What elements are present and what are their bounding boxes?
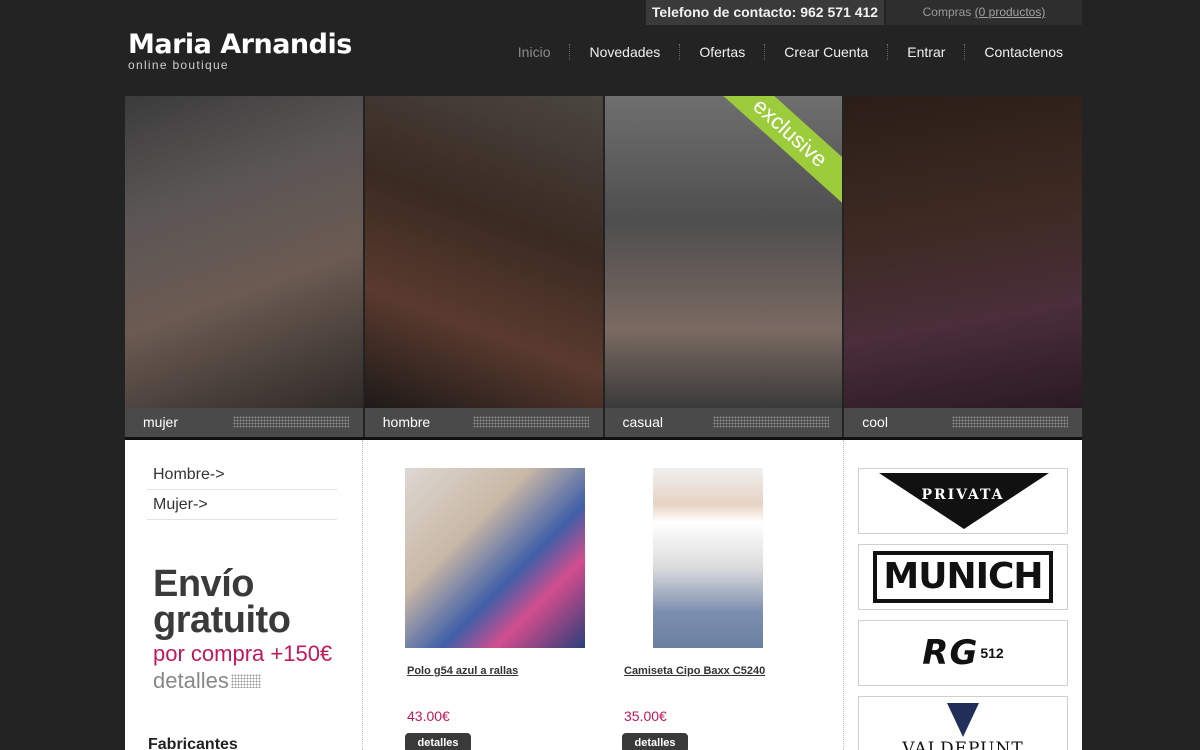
- product-card: Camiseta Cipo Baxx C5240 35.00€ detalles: [622, 468, 812, 750]
- brand-logo-privata[interactable]: PRIVATA: [858, 468, 1068, 534]
- left-sidebar: Hombre-> Mujer-> Envío gratuito por comp…: [125, 440, 363, 750]
- dotted-pattern: [712, 416, 829, 428]
- product-list: Polo g54 azul a rallas 43.00€ detalles C…: [365, 440, 843, 750]
- product-image[interactable]: [405, 468, 585, 648]
- contact-phone: Telefono de contacto: 962 571 412: [646, 0, 884, 25]
- nav-crear-cuenta[interactable]: Crear Cuenta: [765, 42, 887, 62]
- top-contact-bar: Telefono de contacto: 962 571 412 Compra…: [646, 0, 1082, 25]
- site-logo[interactable]: Maria Arnandis online boutique: [128, 29, 352, 72]
- valdepunt-emblem: [947, 703, 979, 737]
- banner-label: hombre: [382, 414, 431, 430]
- banner-caption: hombre: [364, 408, 603, 437]
- brand-name: RG: [922, 633, 979, 673]
- brand-sidebar: PRIVATA MUNICH RG 512 VALDEPUNT: [843, 440, 1082, 750]
- dotted-pattern: [472, 416, 589, 428]
- banner-panel-cool[interactable]: cool: [844, 96, 1082, 437]
- menu-item-hombre[interactable]: Hombre->: [147, 460, 337, 490]
- category-banner: mujer hombre exclusive casual cool: [125, 96, 1082, 437]
- banner-panel-casual[interactable]: exclusive casual: [604, 96, 843, 437]
- cart-link[interactable]: (0 productos): [975, 5, 1046, 19]
- dotted-pattern: [233, 416, 349, 428]
- banner-label: mujer: [143, 414, 179, 430]
- brand-name: VALDEPUNT: [902, 739, 1024, 750]
- main-content: Hombre-> Mujer-> Envío gratuito por comp…: [125, 437, 1082, 750]
- product-card: Polo g54 azul a rallas 43.00€ detalles: [405, 468, 595, 750]
- brand-logo-rg512[interactable]: RG 512: [858, 620, 1068, 686]
- free-shipping-promo[interactable]: Envío gratuito por compra +150€ detalles: [153, 563, 333, 694]
- brand-logo-munich[interactable]: MUNICH: [858, 544, 1068, 610]
- nav-entrar[interactable]: Entrar: [888, 42, 964, 62]
- dotted-pattern: [230, 674, 261, 688]
- banner-caption: casual: [604, 408, 843, 437]
- manufacturers-heading: Fabricantes: [148, 736, 238, 750]
- product-price: 43.00€: [407, 708, 450, 724]
- main-nav: Inicio Novedades Ofertas Crear Cuenta En…: [499, 42, 1082, 62]
- brand-name: PRIVATA: [921, 487, 1005, 503]
- promo-line-1: Envío: [153, 563, 254, 605]
- product-image[interactable]: [653, 468, 763, 648]
- banner-label: cool: [862, 414, 888, 430]
- cart-label: Compras: [922, 5, 972, 19]
- details-button[interactable]: detalles: [405, 733, 471, 750]
- banner-caption: mujer: [125, 408, 363, 437]
- product-name[interactable]: Camiseta Cipo Baxx C5240: [624, 665, 812, 677]
- category-menu: Hombre-> Mujer->: [147, 460, 337, 520]
- banner-panel-mujer[interactable]: mujer: [125, 96, 363, 437]
- details-button[interactable]: detalles: [622, 733, 688, 750]
- banner-photo: [844, 96, 1082, 408]
- brand-name: MUNICH: [873, 551, 1053, 603]
- nav-contactenos[interactable]: Contactenos: [965, 42, 1082, 62]
- logo-title: Maria Arnandis: [128, 29, 352, 60]
- dotted-pattern: [952, 416, 1069, 428]
- banner-photo: [364, 96, 603, 408]
- menu-item-mujer[interactable]: Mujer->: [147, 490, 337, 520]
- banner-label: casual: [622, 414, 663, 430]
- banner-photo: [125, 96, 363, 408]
- promo-condition: por compra +150€: [153, 641, 333, 666]
- product-name[interactable]: Polo g54 azul a rallas: [407, 665, 595, 677]
- nav-inicio[interactable]: Inicio: [499, 42, 570, 62]
- brand-logo-valdepunt[interactable]: VALDEPUNT: [858, 696, 1068, 750]
- product-price: 35.00€: [624, 708, 667, 724]
- promo-line-2: gratuito: [153, 599, 291, 641]
- nav-novedades[interactable]: Novedades: [570, 42, 679, 62]
- nav-ofertas[interactable]: Ofertas: [680, 42, 764, 62]
- logo-subtitle: online boutique: [128, 58, 229, 72]
- promo-details-label: detalles: [153, 668, 229, 693]
- banner-panel-hombre[interactable]: hombre: [364, 96, 603, 437]
- banner-caption: cool: [844, 408, 1082, 437]
- brand-suffix: 512: [980, 645, 1004, 661]
- cart-summary: Compras (0 productos): [886, 0, 1082, 25]
- promo-details-link[interactable]: detalles: [153, 668, 332, 694]
